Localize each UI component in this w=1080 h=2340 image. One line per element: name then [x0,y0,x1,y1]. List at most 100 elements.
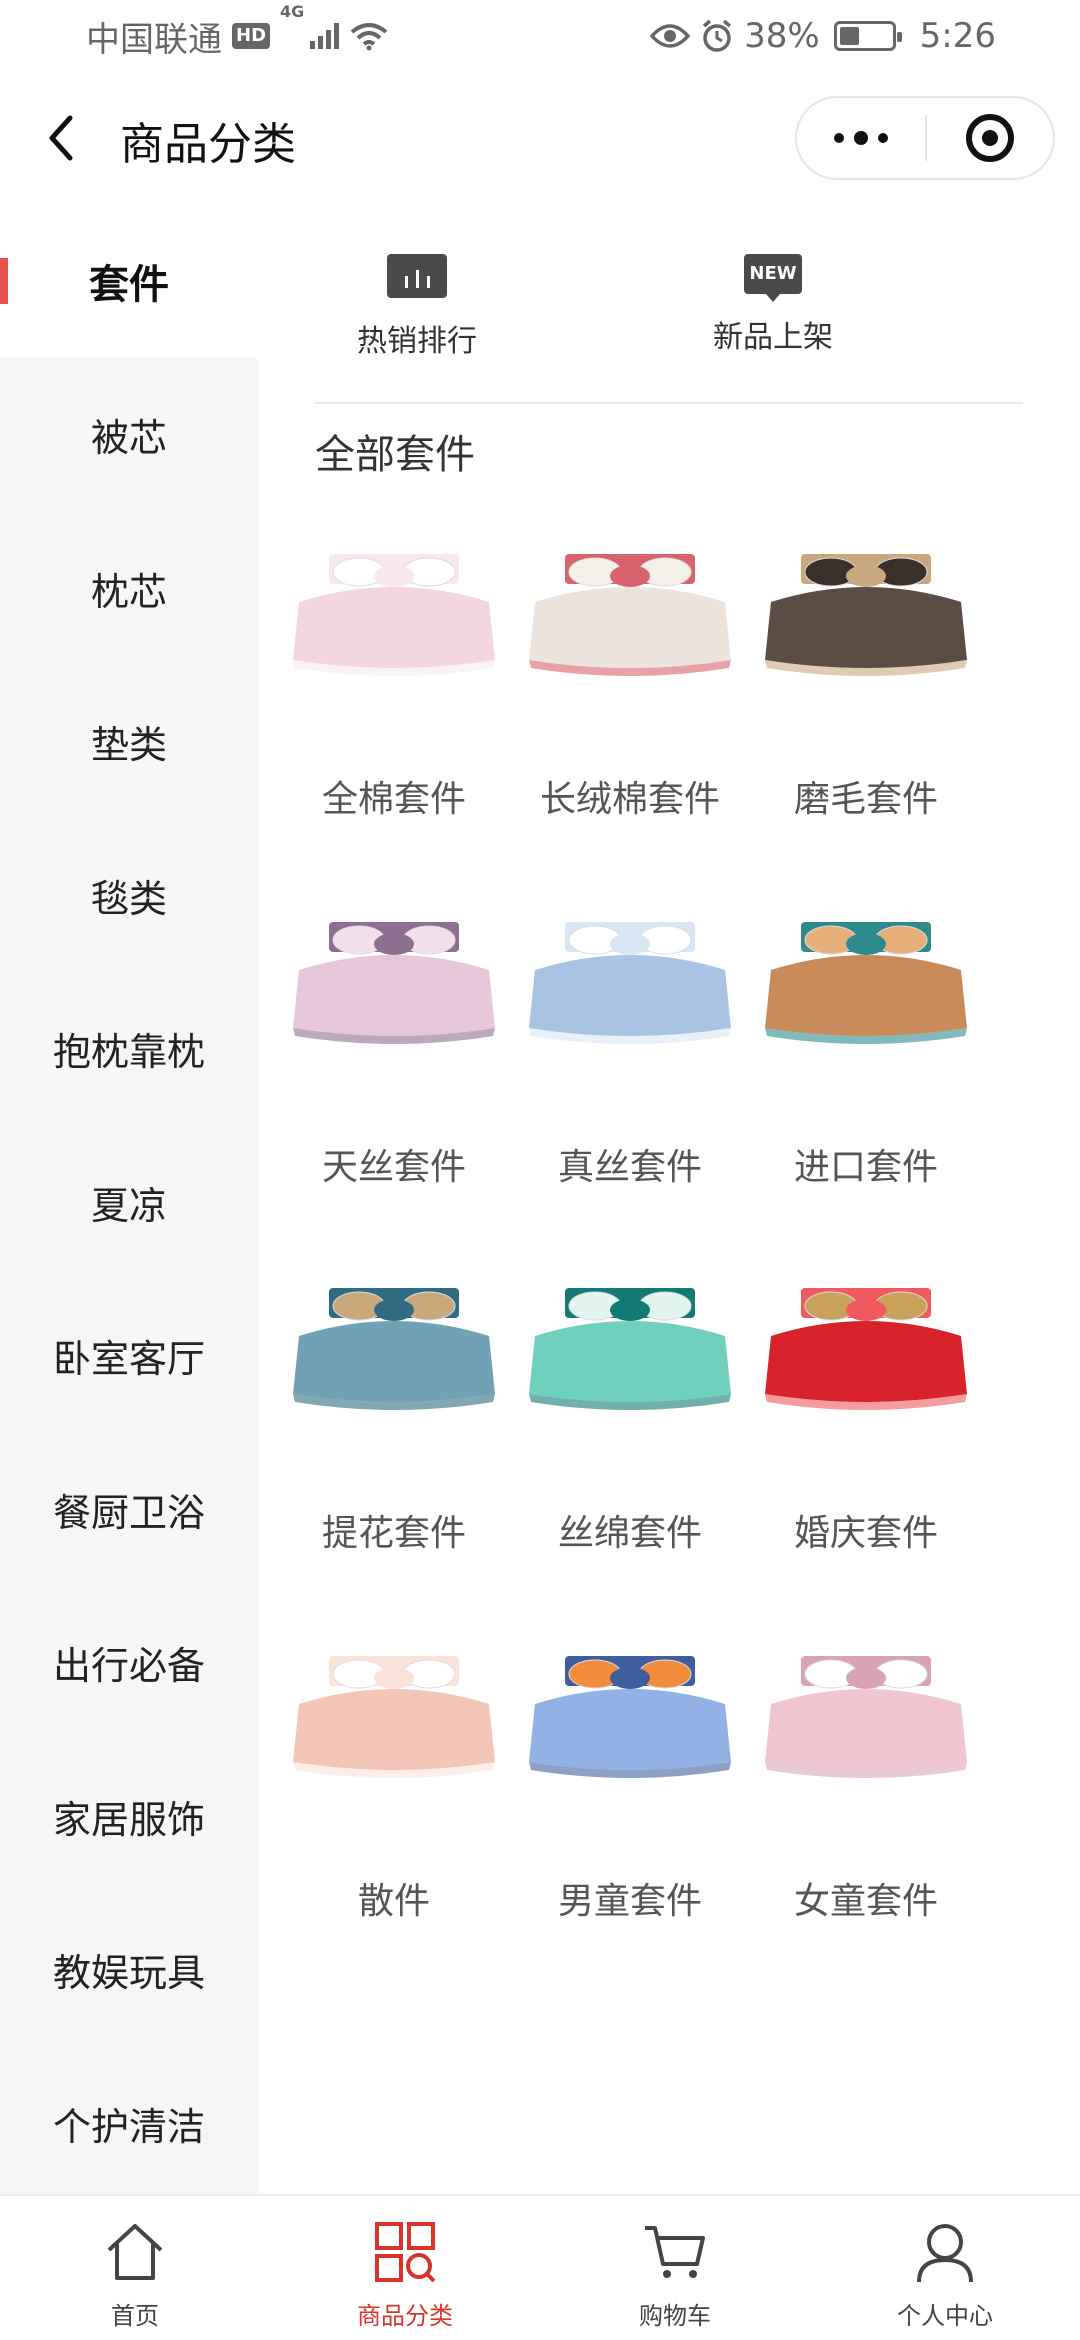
sidebar-item[interactable]: 出行必备 [0,1586,258,1740]
bedding-set-image [765,554,967,676]
sidebar-item-label: 卧室客厅 [52,1337,205,1381]
sidebar-item-label: 教娱玩具 [52,1951,205,1995]
sidebar-item[interactable]: 毯类 [0,818,258,972]
target-close-icon [966,114,1014,162]
category-tile[interactable]: 女童套件 [749,1594,983,1924]
bedding-set-image [293,922,495,1044]
miniprogram-capsule [795,96,1055,180]
sidebar-item-label: 夏凉 [90,1183,167,1228]
quick-link-new-arrivals[interactable]: NEW 新品上架 [673,254,873,356]
navigation-bar: 商品分类 [0,72,1080,204]
category-tile[interactable]: 进口套件 [749,860,983,1190]
sidebar-item[interactable]: 家居服饰 [0,1739,258,1893]
bedding-set-image [293,554,495,676]
hd-icon: HD [232,23,271,49]
category-tile[interactable]: 天丝套件 [277,860,511,1190]
back-arrow-icon[interactable] [40,110,90,166]
sidebar-item-label: 个护清洁 [52,2104,205,2149]
more-menu-button[interactable] [797,98,925,178]
category-tile[interactable]: 长绒棉套件 [513,492,747,822]
sidebar-item[interactable]: 教娱玩具 [0,1893,258,2047]
clock: 5:26 [919,16,996,56]
new-badge-icon: NEW [744,254,802,302]
category-icon [375,2222,436,2283]
category-tile-label: 长绒棉套件 [539,779,720,820]
quick-link-label: 新品上架 [713,320,833,355]
category-tile-label: 男童套件 [557,1881,702,1922]
tab-label: 个人中心 [897,2302,993,2330]
section-title: 全部套件 [315,432,475,478]
home-icon [107,2224,163,2280]
tab-label: 首页 [111,2302,159,2330]
cart-icon [645,2226,705,2278]
tab-label: 购物车 [639,2302,711,2330]
more-dot-icon [834,133,844,143]
network-type: 4G [280,1,305,21]
person-icon [917,2224,973,2283]
sidebar-item-label: 毯类 [90,876,167,921]
bedding-set-image [529,1656,731,1778]
bedding-set-image [529,1288,731,1410]
bedding-set-image [293,1656,495,1778]
quick-link-label: 热销排行 [357,324,477,359]
sidebar-item[interactable]: 垫类 [0,665,258,819]
category-tile[interactable]: 男童套件 [513,1594,747,1924]
category-tile-label: 婚庆套件 [793,1513,938,1554]
battery-icon [833,21,902,51]
battery-percent: 38% [744,16,820,56]
sidebar-item-label: 抱枕靠枕 [52,1030,205,1074]
quick-link-hot-ranking[interactable]: 热销排行 [317,254,517,360]
section-divider [315,402,1023,404]
more-dot-icon [854,131,868,145]
sidebar-item[interactable]: 餐厨卫浴 [0,1432,258,1586]
category-tile-label: 天丝套件 [321,1147,466,1188]
signal-icon [310,23,340,49]
tab-cart[interactable]: 购物车 [540,2196,810,2340]
alarm-icon [702,19,732,52]
sidebar-item[interactable]: 夏凉 [0,1125,258,1279]
category-tile-label: 真丝套件 [557,1147,702,1188]
sidebar-item-label: 垫类 [90,723,167,767]
bedding-set-image [765,922,967,1044]
sidebar-item[interactable]: 个护清洁 [0,2046,258,2200]
sidebar-item[interactable]: 套件 [0,204,258,358]
bedding-set-image [293,1288,495,1410]
category-tile-label: 散件 [357,1881,430,1922]
bedding-set-image [529,922,731,1044]
tab-profile[interactable]: 个人中心 [810,2196,1080,2340]
quick-links: 热销排行 NEW 新品上架 [258,204,1080,404]
category-tile[interactable]: 全棉套件 [277,492,511,822]
category-tile[interactable]: 提花套件 [277,1226,511,1556]
sidebar-item-label: 套件 [89,262,169,308]
category-tile[interactable]: 丝绵套件 [513,1226,747,1556]
category-tile[interactable]: 散件 [277,1594,511,1924]
bedding-set-image [529,554,731,676]
close-miniprogram-button[interactable] [927,98,1053,178]
sidebar-item-label: 餐厨卫浴 [52,1490,205,1535]
bedding-set-image [765,1656,967,1778]
sidebar-item[interactable]: 抱枕靠枕 [0,972,258,1126]
category-tile-label: 女童套件 [793,1881,938,1922]
bedding-set-image [765,1288,967,1410]
chart-bars-icon [387,254,447,298]
sidebar-item[interactable]: 枕芯 [0,511,258,665]
page-title: 商品分类 [120,119,296,170]
sidebar-item[interactable]: 卧室客厅 [0,1279,258,1433]
sidebar-item[interactable]: 被芯 [0,358,258,512]
category-tile[interactable]: 婚庆套件 [749,1226,983,1556]
tab-home[interactable]: 首页 [0,2196,270,2340]
tab-category[interactable]: 商品分类 [270,2196,540,2340]
category-tile-label: 提花套件 [321,1513,466,1554]
sidebar-item-label: 枕芯 [90,569,167,614]
category-tile-label: 磨毛套件 [793,779,938,820]
category-tile-label: 进口套件 [793,1147,938,1188]
bottom-tab-bar: 首页 商品分类 购物车 个人中心 [0,2194,1080,2340]
sidebar-item-label: 家居服饰 [52,1797,205,1842]
category-tile[interactable]: 磨毛套件 [749,492,983,822]
tab-label: 商品分类 [357,2302,453,2330]
category-content: 热销排行 NEW 新品上架 全部套件 全棉套件 长绒棉套件 磨毛套件天丝套件 真丝套件… [258,204,1080,2204]
sidebar-item-label: 出行必备 [52,1644,205,1688]
category-tile[interactable]: 真丝套件 [513,860,747,1190]
category-sidebar: 套件被芯枕芯垫类毯类抱枕靠枕夏凉卧室客厅餐厨卫浴出行必备家居服饰教娱玩具个护清洁 [0,204,258,2204]
more-dot-icon [878,133,888,143]
